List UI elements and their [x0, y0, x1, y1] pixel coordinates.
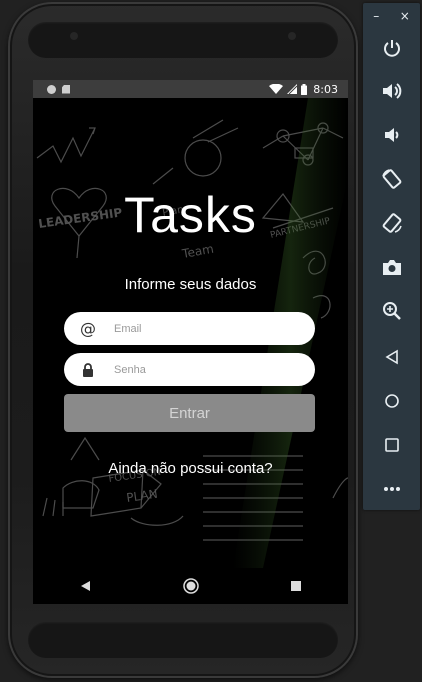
- more-icon: [383, 487, 400, 491]
- minimize-button[interactable]: –: [373, 9, 379, 23]
- volume-up-button[interactable]: [363, 73, 420, 109]
- email-field[interactable]: @: [64, 312, 315, 345]
- login-screen: LEADERSHIP PARTNERSHIP FOCUS ON PLAN Pla…: [33, 98, 348, 568]
- close-button[interactable]: ×: [400, 9, 410, 23]
- back-button[interactable]: [363, 339, 420, 375]
- password-input[interactable]: [112, 362, 315, 377]
- rotate-left-button[interactable]: [363, 161, 420, 197]
- power-icon: [383, 40, 400, 57]
- signal-icon: [287, 84, 298, 94]
- overview-icon: [384, 438, 399, 452]
- zoom-button[interactable]: [363, 293, 420, 329]
- volume-down-button[interactable]: [363, 117, 420, 153]
- home-icon: [384, 394, 399, 408]
- rotate-right-icon: [382, 213, 402, 233]
- battery-icon: [301, 83, 308, 95]
- recent-square-icon[interactable]: [281, 571, 311, 601]
- power-button[interactable]: [363, 30, 420, 66]
- screenshot-button[interactable]: [363, 249, 420, 285]
- app-title: Tasks: [124, 187, 257, 243]
- signup-link[interactable]: Ainda não possui conta?: [33, 460, 348, 477]
- doodle-word: Team: [180, 242, 215, 261]
- home-circle-icon[interactable]: [176, 571, 206, 601]
- android-nav-bar: [33, 568, 348, 604]
- notification-circle-icon: [47, 84, 56, 94]
- rotate-left-icon: [381, 169, 401, 189]
- more-button[interactable]: [363, 471, 420, 507]
- volume-down-icon: [384, 128, 398, 142]
- form-subtitle: Informe seus dados: [124, 276, 257, 293]
- overview-button[interactable]: [363, 427, 420, 463]
- doodle-word: PLAN: [125, 487, 158, 505]
- status-time: 8:03: [313, 82, 338, 96]
- status-bar: 8:03: [33, 80, 348, 98]
- top-speaker: [28, 22, 338, 58]
- phone-frame: 8:03 LEADERSHIP FOCUS ON PLAN Plan Team …: [8, 2, 358, 678]
- wifi-icon: [269, 84, 284, 94]
- sensor-dot: [288, 32, 296, 40]
- device-screen: 8:03 LEADERSHIP FOCUS ON PLAN Plan Team …: [33, 80, 348, 604]
- home-button[interactable]: [363, 383, 420, 419]
- bottom-speaker: [28, 622, 338, 658]
- email-input[interactable]: [112, 321, 315, 336]
- password-field[interactable]: [64, 353, 315, 386]
- back-icon: [384, 349, 398, 365]
- volume-up-icon: [382, 83, 401, 99]
- sensor-dot: [70, 32, 78, 40]
- at-icon: @: [80, 319, 96, 338]
- sd-card-icon: [62, 84, 70, 94]
- zoom-icon: [382, 302, 401, 320]
- emulator-toolbar: – ×: [363, 3, 420, 510]
- back-triangle-icon[interactable]: [71, 571, 101, 601]
- rotate-right-button[interactable]: [363, 205, 420, 241]
- lock-icon: [64, 362, 112, 377]
- login-button[interactable]: Entrar: [64, 394, 315, 432]
- camera-icon: [382, 260, 401, 275]
